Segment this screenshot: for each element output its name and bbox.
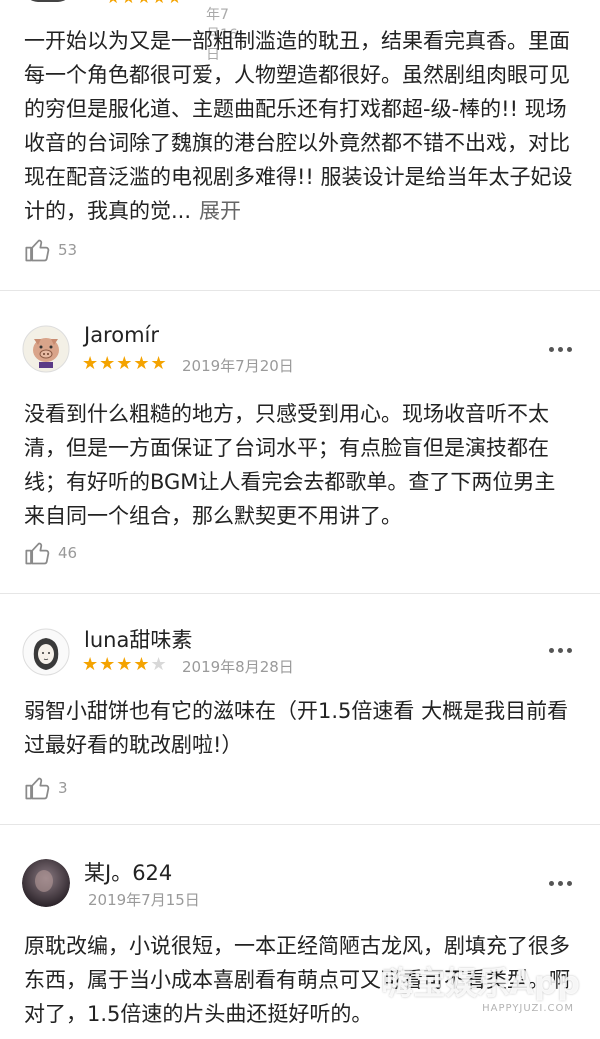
more-dots-icon[interactable] [549, 881, 572, 886]
thumbs-up-icon [25, 777, 50, 800]
rating-stars: ★★★★★ [106, 0, 183, 7]
girl-sketch-avatar-icon [22, 628, 70, 676]
username[interactable]: Jaromír [84, 323, 159, 347]
like-button[interactable]: 53 [24, 236, 77, 264]
photo-avatar-icon [22, 859, 70, 907]
rating-stars-empty: ★ [150, 654, 168, 675]
watermark-url: HAPPYJUZI.COM [482, 1003, 574, 1014]
avatar[interactable] [22, 859, 70, 907]
review-text-content: 一开始以为又是一部粗制滥造的耽丑，结果看完真香。里面每一个角色都很可爱，人物塑造… [24, 29, 573, 223]
rating-stars: ★★★★★ [82, 353, 168, 374]
avatar[interactable] [24, 0, 72, 2]
review-date: 2019年7月15日 [88, 891, 200, 909]
watermark-logo: 嗨宝娱乐App [381, 964, 580, 1002]
like-count: 46 [58, 544, 78, 562]
like-button[interactable]: 46 [24, 539, 77, 567]
like-count: 3 [58, 779, 68, 797]
more-dots-icon[interactable] [549, 347, 572, 352]
like-count: 53 [58, 241, 78, 259]
review-date: 2019年8月28日 [182, 658, 294, 676]
review-item: ★★★★★ 2019年7月16日 一开始以为又是一部粗制滥造的耽丑，结果看完真香… [0, 0, 600, 291]
review-text[interactable]: 没看到什么粗糙的地方，只感受到用心。现场收音听不太清，但是一方面保证了台词水平；… [24, 397, 576, 533]
avatar[interactable] [22, 325, 70, 373]
review-item: Jaromír ★★★★★ 2019年7月20日 没看到什么粗糙的地方，只感受到… [0, 291, 600, 594]
expand-link[interactable]: 展开 [199, 199, 241, 223]
username[interactable]: 某J。624 [84, 857, 172, 887]
rating-stars: ★★★★★ [82, 654, 168, 675]
rating-stars-filled: ★★★★ [82, 654, 151, 675]
avatar[interactable] [22, 628, 70, 676]
username[interactable]: luna甜味素 [84, 624, 192, 654]
review-date: 2019年7月20日 [182, 357, 294, 375]
review-item: luna甜味素 ★★★★★ 2019年8月28日 弱智小甜饼也有它的滋味在（开1… [0, 594, 600, 825]
thumbs-up-icon [25, 239, 50, 262]
like-button[interactable]: 3 [24, 774, 68, 802]
more-dots-icon[interactable] [549, 648, 572, 653]
review-text[interactable]: 弱智小甜饼也有它的滋味在（开1.5倍速看 大概是我目前看过最好看的耽改剧啦!） [24, 694, 576, 762]
rating-stars-filled: ★★★★★ [82, 353, 168, 374]
review-text[interactable]: 一开始以为又是一部粗制滥造的耽丑，结果看完真香。里面每一个角色都很可爱，人物塑造… [24, 24, 576, 228]
pig-avatar-icon [22, 325, 70, 373]
thumbs-up-icon [25, 542, 50, 565]
